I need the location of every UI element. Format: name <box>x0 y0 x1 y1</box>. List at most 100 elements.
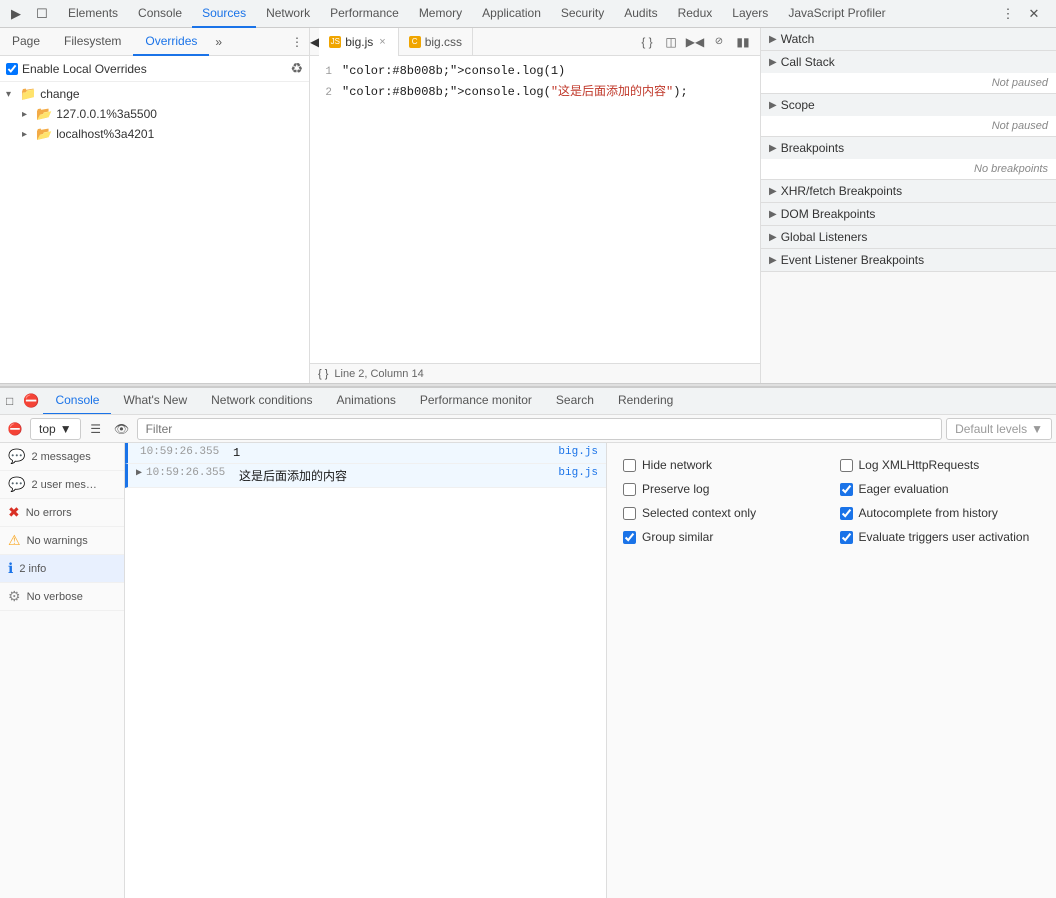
top-tab-sources[interactable]: Sources <box>192 0 256 28</box>
user-icon: 💬 <box>8 476 25 493</box>
context-selector[interactable]: top ▼ <box>30 418 81 440</box>
message-expand-icon[interactable]: ▶ <box>136 467 142 479</box>
console-tab-performance-monitor[interactable]: Performance monitor <box>408 387 544 415</box>
editor-tab-close-icon[interactable]: × <box>377 36 387 48</box>
sidebar-item-info[interactable]: ℹ2 info <box>0 555 124 583</box>
show-console-sidebar-icon[interactable]: ☰ <box>85 418 107 440</box>
console-clear-icon[interactable]: ⛔ <box>4 418 26 440</box>
top-tab-audits[interactable]: Audits <box>614 0 667 28</box>
sub-tab-page[interactable]: Page <box>0 28 52 56</box>
console-tab-rendering[interactable]: Rendering <box>606 387 685 415</box>
settings-checkbox-eager-evaluation[interactable] <box>840 483 853 496</box>
levels-selector[interactable]: Default levels ▼ <box>946 418 1052 440</box>
tree-item[interactable]: ▾📁change <box>0 84 309 104</box>
top-tab-javascript-profiler[interactable]: JavaScript Profiler <box>778 0 895 28</box>
middle-panel: ◀ JSbig.js×Cbig.css { } ◫ ▶◀ ⊘ ▮▮ 1"colo… <box>310 28 761 383</box>
message-source[interactable]: big.js <box>558 446 598 458</box>
debug-section-content: No breakpoints <box>761 159 1056 179</box>
message-time: 10:59:26.355 <box>140 446 225 458</box>
top-tab-performance[interactable]: Performance <box>320 0 409 28</box>
editor-tab-big.css[interactable]: Cbig.css <box>399 28 473 56</box>
top-tab-layers[interactable]: Layers <box>722 0 778 28</box>
settings-checkbox-group-similar[interactable] <box>623 531 636 544</box>
settings-label-evaluate-triggers: Evaluate triggers user activation <box>859 530 1030 544</box>
line-number: 2 <box>310 87 342 99</box>
debug-section-header-call-stack[interactable]: ▶Call Stack <box>761 51 1056 73</box>
device-icon[interactable]: ☐ <box>30 2 54 26</box>
top-tab-network[interactable]: Network <box>256 0 320 28</box>
line-code: "color:#8b008b;">console.log(1) <box>342 64 565 78</box>
debug-section-label: Scope <box>781 98 815 112</box>
debug-section-content: Not paused <box>761 116 1056 136</box>
sidebar-item-user[interactable]: 💬2 user mes… <box>0 471 124 499</box>
debug-section-header-scope[interactable]: ▶Scope <box>761 94 1056 116</box>
editor-nav-prev[interactable]: ◀ <box>310 35 319 49</box>
customize-icon[interactable]: ⋮ <box>996 2 1020 26</box>
console-tab-what's-new[interactable]: What's New <box>111 387 199 415</box>
more-tabs-icon[interactable]: » <box>209 31 228 53</box>
debug-section-dom-breakpoints: ▶DOM Breakpoints <box>761 203 1056 226</box>
message-time: 10:59:26.355 <box>146 467 231 479</box>
console-tab-console[interactable]: Console <box>43 387 111 415</box>
settings-checkbox-evaluate-triggers[interactable] <box>840 531 853 544</box>
deactivate-breakpoints-icon[interactable]: ⊘ <box>708 31 730 53</box>
clear-console-icon[interactable]: ⛔ <box>19 393 43 409</box>
console-tab-search[interactable]: Search <box>544 387 606 415</box>
settings-checkbox-hide-network[interactable] <box>623 459 636 472</box>
sub-tab-filesystem[interactable]: Filesystem <box>52 28 133 56</box>
sub-tab-menu-icon[interactable]: ⋮ <box>285 31 309 53</box>
tree-item[interactable]: ▸📂localhost%3a4201 <box>0 124 309 144</box>
code-area[interactable]: 1"color:#8b008b;">console.log(1)2"color:… <box>310 56 760 363</box>
close-devtools-icon[interactable]: ✕ <box>1022 2 1046 26</box>
sidebar-item-warning[interactable]: ⚠No warnings <box>0 527 124 555</box>
top-tab-elements[interactable]: Elements <box>58 0 128 28</box>
tree-item[interactable]: ▸📂127.0.0.1%3a5500 <box>0 104 309 124</box>
pretty-print-icon[interactable]: ◫ <box>660 31 682 53</box>
clear-overrides-icon[interactable]: ♻ <box>290 60 303 77</box>
message-source[interactable]: big.js <box>558 467 598 479</box>
console-tab-animations[interactable]: Animations <box>325 387 408 415</box>
debug-section-xhr-breakpoints: ▶XHR/fetch Breakpoints <box>761 180 1056 203</box>
line-number: 1 <box>310 66 342 78</box>
debug-section-arrow-icon: ▶ <box>769 34 777 45</box>
debug-section-header-breakpoints[interactable]: ▶Breakpoints <box>761 137 1056 159</box>
inspect-icon[interactable]: ▶ <box>4 2 28 26</box>
warning-icon: ⚠ <box>8 532 21 549</box>
console-tab-network-conditions[interactable]: Network conditions <box>199 387 324 415</box>
debug-section-header-dom-breakpoints[interactable]: ▶DOM Breakpoints <box>761 203 1056 225</box>
verbose-icon: ⚙ <box>8 588 21 605</box>
sidebar-item-all[interactable]: 💬2 messages <box>0 443 124 471</box>
settings-checkbox-selected-context[interactable] <box>623 507 636 520</box>
top-tab-memory[interactable]: Memory <box>409 0 472 28</box>
filter-input[interactable] <box>137 418 942 440</box>
top-tab-console[interactable]: Console <box>128 0 192 28</box>
debug-section-arrow-icon: ▶ <box>769 186 777 197</box>
pause-on-exceptions-icon[interactable]: ▮▮ <box>732 31 754 53</box>
debug-section-header-event-listener-breakpoints[interactable]: ▶Event Listener Breakpoints <box>761 249 1056 271</box>
top-tab-security[interactable]: Security <box>551 0 614 28</box>
settings-checkbox-log-xml[interactable] <box>840 459 853 472</box>
sources-nav-icon[interactable]: ▶◀ <box>684 31 706 53</box>
overrides-bar: Enable Local Overrides ♻ <box>0 56 309 82</box>
enable-overrides-label: Enable Local Overrides <box>22 62 147 76</box>
top-tab-redux[interactable]: Redux <box>668 0 723 28</box>
js-file-icon: JS <box>329 36 341 48</box>
enable-overrides-checkbox[interactable] <box>6 63 18 75</box>
settings-label-group-similar: Group similar <box>642 530 713 544</box>
console-content: 💬2 messages💬2 user mes…✖No errors⚠No war… <box>0 443 1056 898</box>
editor-tab-big.js[interactable]: JSbig.js× <box>319 28 398 56</box>
levels-label: Default levels <box>955 422 1027 436</box>
settings-item-preserve-log: Preserve log <box>623 479 824 499</box>
format-icon[interactable]: { } <box>636 31 658 53</box>
settings-checkbox-autocomplete-history[interactable] <box>840 507 853 520</box>
debug-section-header-watch[interactable]: ▶Watch <box>761 28 1056 50</box>
sub-tab-overrides[interactable]: Overrides <box>133 28 209 56</box>
top-tab-application[interactable]: Application <box>472 0 551 28</box>
settings-checkbox-preserve-log[interactable] <box>623 483 636 496</box>
debug-section-header-xhr-breakpoints[interactable]: ▶XHR/fetch Breakpoints <box>761 180 1056 202</box>
sidebar-item-error[interactable]: ✖No errors <box>0 499 124 527</box>
sidebar-item-verbose[interactable]: ⚙No verbose <box>0 583 124 611</box>
toggle-messages-icon[interactable]: 👁 <box>111 418 133 440</box>
debug-section-header-global-listeners[interactable]: ▶Global Listeners <box>761 226 1056 248</box>
console-panel-icon[interactable]: □ <box>0 394 19 408</box>
